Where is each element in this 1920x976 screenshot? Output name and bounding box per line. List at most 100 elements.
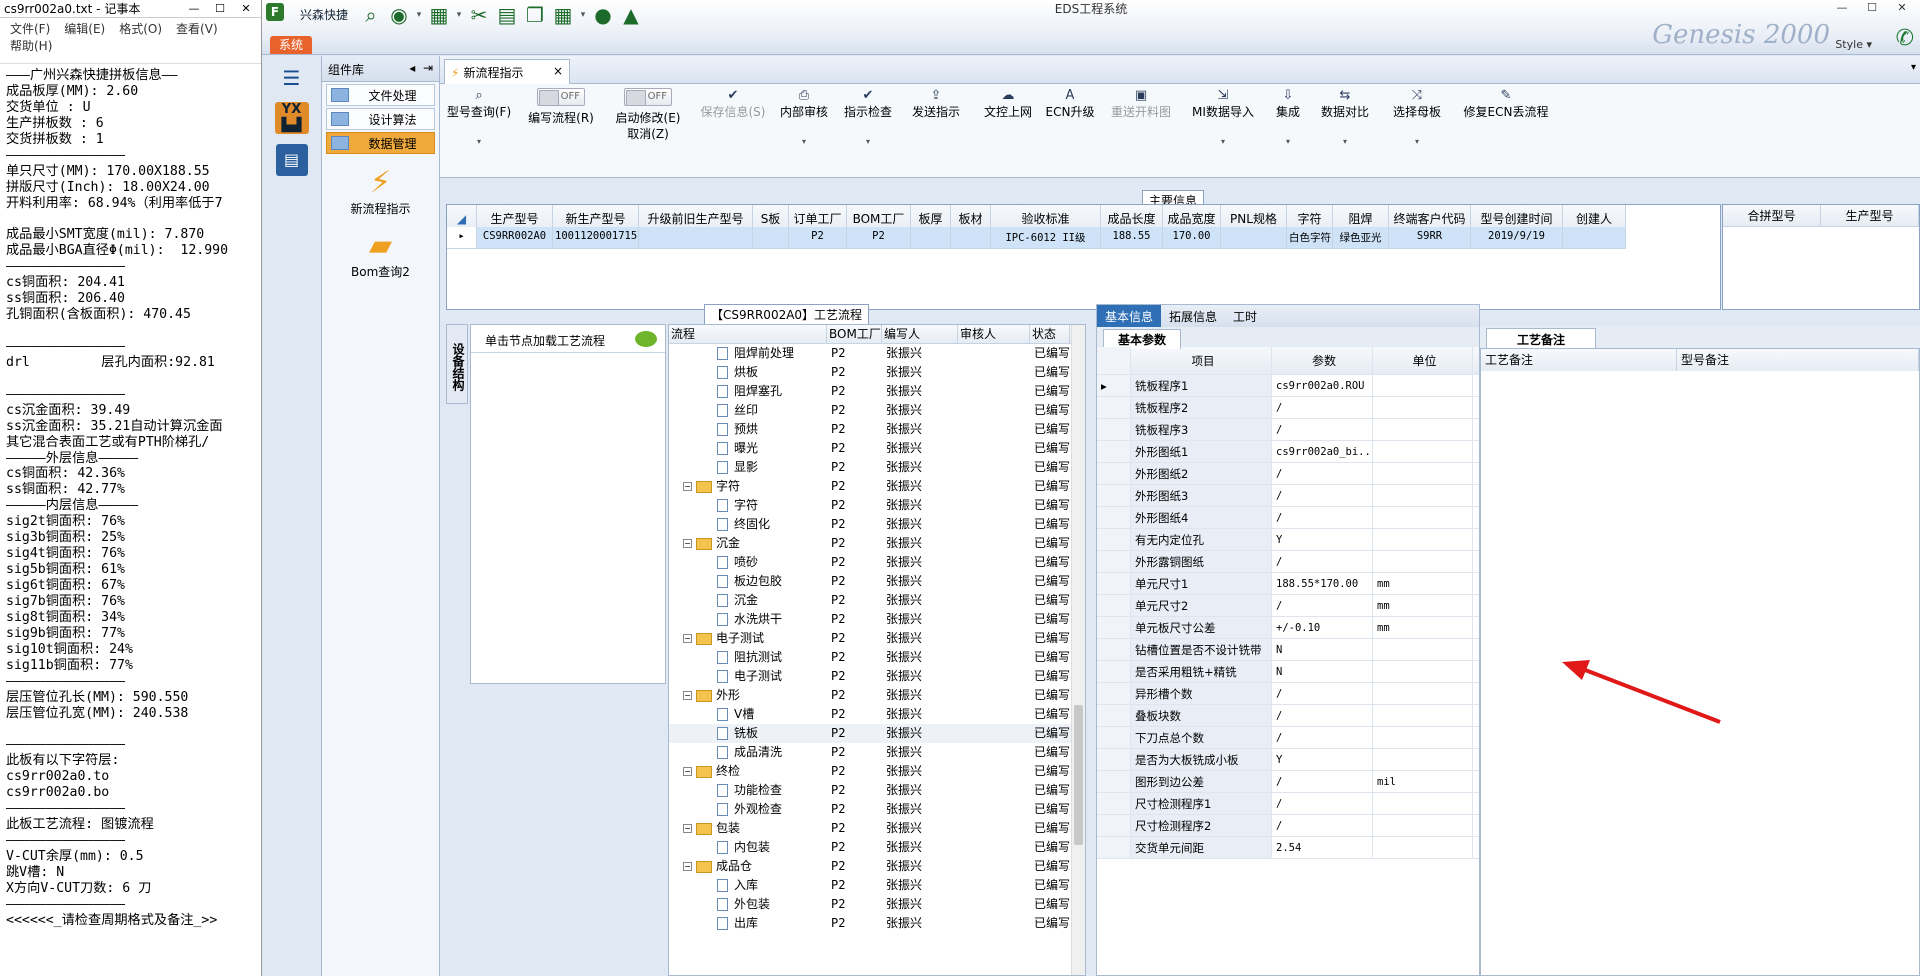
row-selector[interactable] [1097,705,1131,726]
property-value[interactable]: / [1272,771,1373,792]
scrollbar-thumb[interactable] [1074,705,1083,845]
property-value[interactable]: Y [1272,749,1373,770]
property-row[interactable]: 单元板尺寸公差 +/-0.10 mm [1097,617,1479,639]
flow-tree-row[interactable]: 丝印 P2 张振兴 已编写 [669,401,1085,420]
property-value[interactable]: / [1272,551,1373,572]
flow-tree-row[interactable]: 内包装 P2 张振兴 已编写 [669,838,1085,857]
toolbar-button-9[interactable]: ▣ 重送开料图 [1104,88,1178,120]
property-row[interactable]: 有无内定位孔 Y [1097,529,1479,551]
new-flow-tool[interactable]: ⚡ 新流程指示 [322,166,439,217]
user-icon[interactable]: ● [590,3,616,27]
flow-tree-row[interactable]: 显影 P2 张振兴 已编写 [669,458,1085,477]
main-info-data-row[interactable]: ▸ CS9RR002A0 10011200017157 P2 P2 IPC-6012 II… [447,227,1720,249]
property-value[interactable]: / [1272,419,1373,440]
tab-basic-info[interactable]: 基本信息 [1097,305,1162,327]
menu-help[interactable]: 帮助(H) [10,39,52,53]
property-row[interactable]: 外形露铜图纸 / [1097,551,1479,573]
property-row[interactable]: 外形图纸1 cs9rr002a0_bi... [1097,441,1479,463]
flow-tree-row[interactable]: − 成品仓 P2 张振兴 已编写 [669,857,1085,876]
flow-tree-row[interactable]: 曝光 P2 张振兴 已编写 [669,439,1085,458]
flow-tree-row[interactable]: 电子测试 P2 张振兴 已编写 [669,667,1085,686]
chevron-down-icon[interactable]: ▾ [414,3,424,27]
pin-icon[interactable]: ⇥ [423,61,433,75]
row-selector[interactable] [1097,815,1131,836]
toolbar-button-0[interactable]: ⌕ 型号查询(F) ▾ [444,88,514,150]
toggle-switch[interactable]: OFF [537,88,585,106]
close-icon[interactable]: ✕ [235,2,257,15]
tab-new-flow[interactable]: ⚡ 新流程指示 × [444,59,570,84]
property-row[interactable]: 铣板程序2/ [1097,397,1479,419]
toolbar-button-6[interactable]: ⇪ 发送指示 [904,88,968,120]
film-icon[interactable]: ▤ [494,3,520,27]
toolbar-button-4[interactable]: ⎙ 内部审核 ▾ [776,88,832,150]
tab-extended-info[interactable]: 拓展信息 [1161,305,1225,327]
flow-tree-row[interactable]: − 外形 P2 张振兴 已编写 [669,686,1085,705]
row-selector[interactable] [1097,573,1131,594]
row-selector[interactable] [1097,419,1131,440]
cell-main-info[interactable] [911,227,951,249]
chevron-down-icon[interactable]: ▾ [1386,134,1448,150]
property-value[interactable]: / [1272,683,1373,704]
property-row[interactable]: 叠板块数 / [1097,705,1479,727]
cell-main-info[interactable]: 白色字符 [1287,227,1333,249]
equipment-structure-tab[interactable]: 设备结构 [446,324,468,404]
property-value[interactable]: / [1272,727,1373,748]
flow-tree-row[interactable]: 预烘 P2 张振兴 已编写 [669,420,1085,439]
row-selector[interactable] [1097,661,1131,682]
flow-tree-row[interactable]: − 字符 P2 张振兴 已编写 [669,477,1085,496]
comp-item-design-algorithm[interactable]: 设计算法 [326,108,435,130]
maximize-icon[interactable]: ☐ [1858,0,1886,16]
cell-main-info[interactable] [753,227,789,249]
row-selector[interactable] [1097,793,1131,814]
chevron-down-icon[interactable]: ▾ [454,3,464,27]
row-selector[interactable] [1097,837,1131,858]
row-selector[interactable] [1097,485,1131,506]
close-tab-icon[interactable]: × [553,64,563,80]
flow-tree-row[interactable]: − 终检 P2 张振兴 已编写 [669,762,1085,781]
property-row[interactable]: 单元尺寸1 188.55*170.00 mm [1097,573,1479,595]
flow-tree-row[interactable]: − 包装 P2 张振兴 已编写 [669,819,1085,838]
chevron-down-icon[interactable]: ▾ [1188,134,1258,150]
row-selector[interactable] [1097,595,1131,616]
toolbar-button-14[interactable]: ✎ 修复ECN丢流程 [1458,88,1554,120]
property-value[interactable]: / [1272,397,1373,418]
collapse-icon[interactable]: − [683,862,692,871]
property-value[interactable]: +/-0.10 [1272,617,1373,638]
toolbar-button-7[interactable]: ☁ 文控上网 [980,88,1036,120]
globe-icon[interactable]: ◉ [386,3,412,27]
property-row[interactable]: ▸ 铣板程序1 cs9rr002a0.ROU [1097,375,1479,397]
flow-tree-row[interactable]: 烘板 P2 张振兴 已编写 [669,363,1085,382]
chart-icon[interactable]: ▲ [618,3,644,27]
notepad-text-area[interactable]: ———广州兴森快捷拼板信息—— 成品板厚(MM): 2.60 交货单位 : U 生产拼… [0,64,261,964]
property-row[interactable]: 单元尺寸2/mm [1097,595,1479,617]
copy-icon[interactable]: ❐ [522,3,548,27]
flow-tree-row[interactable]: 阻焊前处理 P2 张振兴 已编写 [669,344,1085,363]
property-row[interactable]: 是否为大板铣成小板 Y [1097,749,1479,771]
row-selector[interactable] [1097,507,1131,528]
yx-factory-icon[interactable]: YX ▙▟ [274,102,309,134]
menu-view[interactable]: 查看(V) [176,22,218,36]
row-selector[interactable] [1097,551,1131,572]
menu-format[interactable]: 格式(O) [119,22,162,36]
tab-work-hours[interactable]: 工时 [1225,305,1265,327]
cell-main-info[interactable]: 170.00 [1163,227,1221,249]
flow-tree-row[interactable]: 功能检查 P2 张振兴 已编写 [669,781,1085,800]
property-row[interactable]: 外形图纸2/ [1097,463,1479,485]
collapse-icon[interactable]: − [683,482,692,491]
property-value[interactable]: 188.55*170.00 [1272,573,1373,594]
row-selector[interactable] [1097,397,1131,418]
flow-tree-row[interactable]: 沉金 P2 张振兴 已编写 [669,591,1085,610]
property-row[interactable]: 下刀点总个数 / [1097,727,1479,749]
property-row[interactable]: 图形到边公差 / mil [1097,771,1479,793]
toolbar-button-8[interactable]: A ECN升级 [1044,88,1096,120]
calculator-icon[interactable]: ▤ [275,144,308,176]
property-value[interactable]: / [1272,705,1373,726]
flow-tree-row[interactable]: 终固化 P2 张振兴 已编写 [669,515,1085,534]
chevron-down-icon[interactable]: ▾ [1316,134,1374,150]
minimize-icon[interactable]: — [1828,0,1856,16]
toolbar-button-11[interactable]: ⇩ 集成 ▾ [1268,88,1308,150]
flow-tree-row[interactable]: 水洗烘干 P2 张振兴 已编写 [669,610,1085,629]
subtab-basic-params[interactable]: 基本参数 [1103,329,1182,349]
property-row[interactable]: 异形槽个数 / [1097,683,1479,705]
chevron-down-icon[interactable]: ▾ [776,134,832,150]
